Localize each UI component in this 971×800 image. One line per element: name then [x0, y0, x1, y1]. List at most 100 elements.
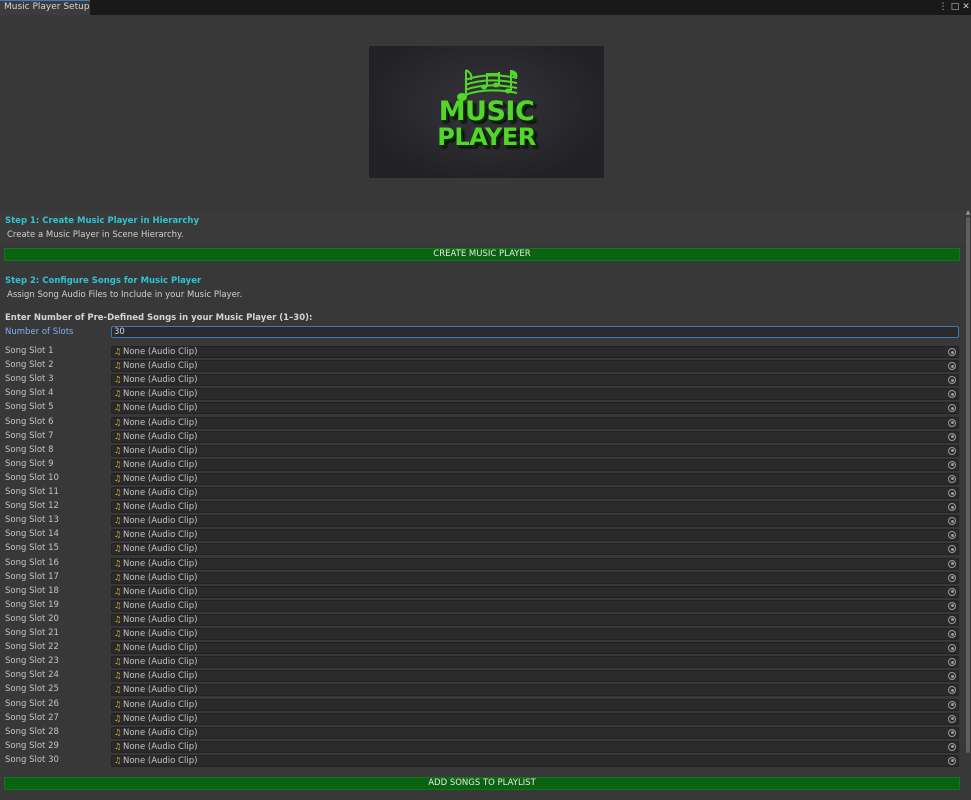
audio-clip-field[interactable]: ♫ None (Audio Clip) — [111, 402, 959, 415]
audio-clip-icon: ♫ — [114, 614, 122, 624]
close-icon[interactable]: ✕ — [961, 1, 971, 13]
audio-clip-field[interactable]: ♫ None (Audio Clip) — [111, 458, 959, 471]
object-picker-icon[interactable] — [948, 418, 956, 427]
audio-clip-field[interactable]: ♫ None (Audio Clip) — [111, 444, 959, 457]
audio-clip-field[interactable]: ♫ None (Audio Clip) — [111, 346, 959, 358]
audio-clip-icon: ♫ — [114, 558, 122, 568]
scrollbar-thumb[interactable] — [966, 217, 970, 753]
object-picker-icon[interactable] — [948, 686, 956, 695]
song-slot-label: Song Slot 17 — [5, 571, 59, 582]
audio-clip-field[interactable]: ♫ None (Audio Clip) — [111, 571, 959, 584]
song-slot-row: Song Slot 10 ♫ None (Audio Clip) — [0, 472, 965, 486]
tab-music-player-setup[interactable]: Music Player Setup — [0, 0, 90, 15]
audio-clip-field[interactable]: ♫ None (Audio Clip) — [111, 416, 959, 429]
audio-clip-field[interactable]: ♫ None (Audio Clip) — [111, 557, 959, 570]
audio-clip-icon: ♫ — [114, 375, 122, 385]
scroll-up-arrow-icon[interactable]: ▲ — [965, 210, 971, 216]
audio-clip-field[interactable]: ♫ None (Audio Clip) — [111, 698, 959, 711]
audio-clip-field[interactable]: ♫ None (Audio Clip) — [111, 487, 959, 499]
object-picker-icon[interactable] — [948, 545, 956, 554]
number-of-slots-input[interactable]: 30 — [111, 326, 959, 338]
object-picker-icon[interactable] — [948, 700, 956, 709]
object-picker-icon[interactable] — [948, 362, 956, 371]
object-picker-icon[interactable] — [948, 573, 956, 582]
audio-clip-field[interactable]: ♫ None (Audio Clip) — [111, 472, 959, 485]
create-music-player-button[interactable]: CREATE MUSIC PLAYER — [4, 248, 960, 261]
object-picker-icon[interactable] — [948, 728, 956, 737]
object-picker-icon[interactable] — [948, 601, 956, 610]
audio-clip-icon: ♫ — [114, 586, 122, 596]
audio-clip-field[interactable]: ♫ None (Audio Clip) — [111, 754, 959, 767]
object-picker-icon[interactable] — [948, 474, 956, 483]
object-picker-icon[interactable] — [948, 742, 956, 751]
audio-clip-icon: ♫ — [114, 741, 122, 751]
song-slot-label: Song Slot 14 — [5, 529, 59, 540]
audio-clip-value: None (Audio Clip) — [123, 614, 198, 625]
audio-clip-icon: ♫ — [114, 502, 122, 512]
audio-clip-field[interactable]: ♫ None (Audio Clip) — [111, 726, 959, 739]
object-picker-icon[interactable] — [948, 432, 956, 441]
audio-clip-value: None (Audio Clip) — [123, 459, 198, 470]
object-picker-icon[interactable] — [948, 376, 956, 385]
audio-clip-field[interactable]: ♫ None (Audio Clip) — [111, 712, 959, 725]
audio-clip-field[interactable]: ♫ None (Audio Clip) — [111, 670, 959, 683]
audio-clip-field[interactable]: ♫ None (Audio Clip) — [111, 374, 959, 387]
object-picker-icon[interactable] — [948, 503, 956, 512]
song-slot-label: Song Slot 24 — [5, 670, 59, 681]
audio-clip-value: None (Audio Clip) — [123, 699, 198, 710]
song-slot-row: Song Slot 25 ♫ None (Audio Clip) — [0, 683, 965, 697]
object-picker-icon[interactable] — [948, 714, 956, 723]
song-slot-label: Song Slot 11 — [5, 487, 59, 497]
add-songs-to-playlist-button[interactable]: ADD SONGS TO PLAYLIST — [4, 777, 960, 790]
object-picker-icon[interactable] — [948, 390, 956, 399]
object-picker-icon[interactable] — [948, 630, 956, 638]
song-slot-row: Song Slot 1 ♫ None (Audio Clip) — [0, 345, 965, 359]
song-slot-row: Song Slot 13 ♫ None (Audio Clip) — [0, 514, 965, 528]
audio-clip-value: None (Audio Clip) — [123, 347, 198, 357]
kebab-menu-icon[interactable]: ⋮ — [938, 1, 948, 13]
object-picker-icon[interactable] — [948, 756, 956, 765]
audio-clip-field[interactable]: ♫ None (Audio Clip) — [111, 613, 959, 626]
vertical-scrollbar[interactable]: ▲ — [965, 210, 971, 800]
object-picker-icon[interactable] — [948, 517, 956, 526]
audio-clip-value: None (Audio Clip) — [123, 502, 198, 513]
audio-clip-value: None (Audio Clip) — [123, 417, 198, 428]
object-picker-icon[interactable] — [948, 615, 956, 624]
object-picker-icon[interactable] — [948, 531, 956, 540]
audio-clip-icon: ♫ — [114, 685, 122, 695]
audio-clip-field[interactable]: ♫ None (Audio Clip) — [111, 599, 959, 612]
audio-clip-field[interactable]: ♫ None (Audio Clip) — [111, 430, 959, 443]
audio-clip-field[interactable]: ♫ None (Audio Clip) — [111, 515, 959, 528]
audio-clip-value: None (Audio Clip) — [123, 643, 198, 654]
song-slot-label: Song Slot 3 — [5, 374, 54, 385]
audio-clip-field[interactable]: ♫ None (Audio Clip) — [111, 585, 959, 598]
object-picker-icon[interactable] — [948, 404, 956, 413]
audio-clip-value: None (Audio Clip) — [123, 389, 198, 400]
audio-clip-field[interactable]: ♫ None (Audio Clip) — [111, 656, 959, 669]
audio-clip-field[interactable]: ♫ None (Audio Clip) — [111, 543, 959, 556]
song-slot-row: Song Slot 6 ♫ None (Audio Clip) — [0, 416, 965, 430]
audio-clip-field[interactable]: ♫ None (Audio Clip) — [111, 740, 959, 753]
object-picker-icon[interactable] — [948, 460, 956, 469]
audio-clip-value: None (Audio Clip) — [123, 671, 198, 682]
object-picker-icon[interactable] — [948, 559, 956, 568]
object-picker-icon[interactable] — [948, 587, 956, 596]
maximize-icon[interactable]: □ — [950, 1, 960, 13]
audio-clip-field[interactable]: ♫ None (Audio Clip) — [111, 642, 959, 655]
song-slot-row: Song Slot 17 ♫ None (Audio Clip) — [0, 571, 965, 585]
object-picker-icon[interactable] — [948, 672, 956, 681]
object-picker-icon[interactable] — [948, 489, 956, 497]
object-picker-icon[interactable] — [948, 658, 956, 667]
audio-clip-field[interactable]: ♫ None (Audio Clip) — [111, 529, 959, 542]
audio-clip-icon: ♫ — [114, 671, 122, 681]
audio-clip-field[interactable]: ♫ None (Audio Clip) — [111, 628, 959, 640]
object-picker-icon[interactable] — [948, 348, 956, 356]
audio-clip-field[interactable]: ♫ None (Audio Clip) — [111, 360, 959, 373]
audio-clip-icon: ♫ — [114, 473, 122, 483]
object-picker-icon[interactable] — [948, 644, 956, 653]
audio-clip-value: None (Audio Clip) — [123, 488, 198, 498]
audio-clip-field[interactable]: ♫ None (Audio Clip) — [111, 501, 959, 514]
object-picker-icon[interactable] — [948, 446, 956, 455]
audio-clip-field[interactable]: ♫ None (Audio Clip) — [111, 388, 959, 401]
audio-clip-field[interactable]: ♫ None (Audio Clip) — [111, 684, 959, 697]
